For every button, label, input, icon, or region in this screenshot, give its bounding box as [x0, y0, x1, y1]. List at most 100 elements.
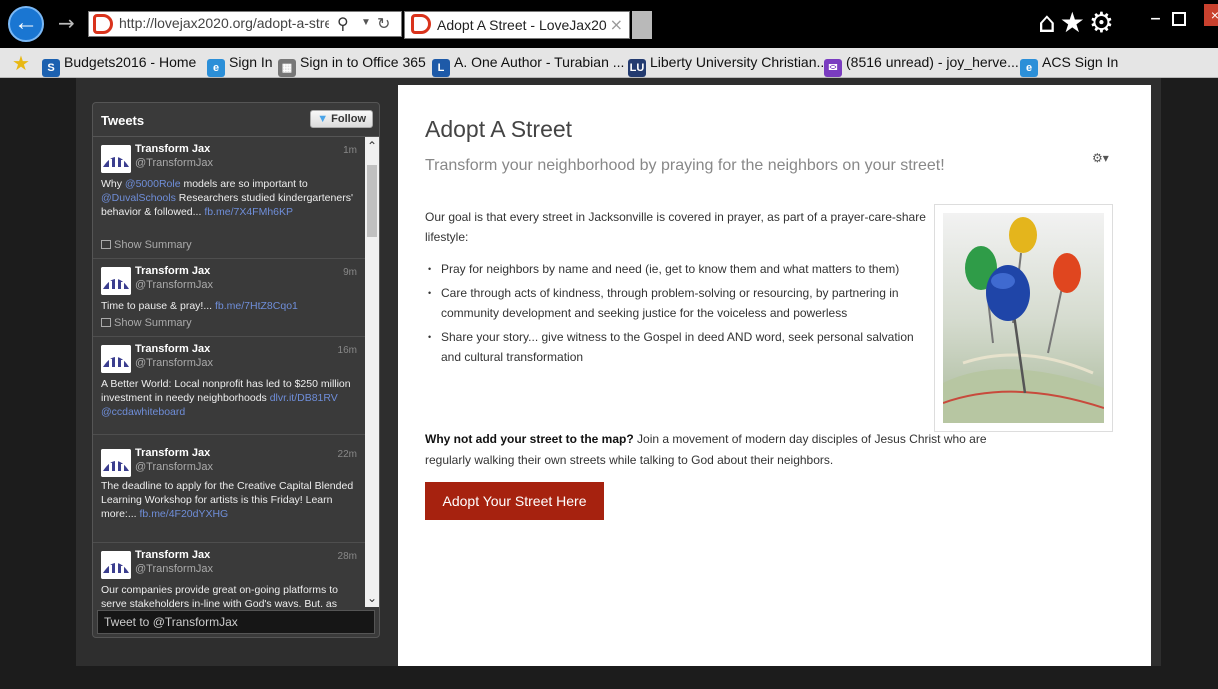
avatar[interactable] — [101, 449, 131, 477]
tweet-author[interactable]: Transform Jax — [135, 265, 210, 277]
mail-icon: ✉ — [824, 59, 842, 77]
tweet-url-link[interactable]: dlvr.it/DB81RV — [270, 392, 338, 404]
fav-item[interactable]: LU Liberty University Christian... — [628, 54, 828, 77]
back-arrow-icon[interactable]: ← — [8, 6, 44, 42]
list-item: Share your story... give witness to the … — [425, 327, 935, 367]
tweet-mention-link[interactable]: @DuvalSchools — [101, 192, 176, 204]
follow-label: Follow — [331, 113, 366, 125]
home-icon[interactable]: ⌂ — [1038, 6, 1056, 39]
show-summary-label: Show Summary — [114, 317, 192, 329]
adopt-your-street-button[interactable]: Adopt Your Street Here — [425, 482, 604, 520]
tweet-text-part: Our companies provide great on-going pla… — [101, 584, 338, 607]
close-window-icon[interactable]: × — [1204, 4, 1218, 26]
fav-label: Budgets2016 - Home — [64, 54, 197, 70]
tweet-item[interactable]: Transform Jax @TransformJax 9m Time to p… — [93, 259, 365, 337]
avatar[interactable] — [101, 267, 131, 295]
tweet-item[interactable]: Transform Jax @TransformJax 28m Our comp… — [93, 543, 365, 607]
tweet-handle[interactable]: @TransformJax — [135, 157, 213, 169]
main-content: Adopt A Street Transform your neighborho… — [398, 85, 1151, 666]
chevron-down-icon[interactable]: ▼ — [361, 17, 371, 28]
tweet-mention-link[interactable]: @5000Role — [125, 178, 181, 190]
tweet-url-link[interactable]: fb.me/7X4FMh6KP — [204, 206, 293, 218]
tweet-handle[interactable]: @TransformJax — [135, 279, 213, 291]
forward-arrow-icon[interactable]: → — [58, 11, 75, 35]
fav-item[interactable]: e Sign In — [207, 54, 273, 77]
fav-label: (8516 unread) - joy_herve... — [846, 54, 1019, 70]
close-tab-icon[interactable]: × — [610, 15, 623, 34]
tweet-handle[interactable]: @TransformJax — [135, 357, 213, 369]
favorites-bar: ★ S Budgets2016 - Home e Sign In ▦ Sign in … — [0, 48, 1218, 78]
scrollbar-thumb[interactable] — [367, 165, 377, 237]
scroll-up-icon[interactable]: ⌃ — [365, 139, 379, 153]
gear-icon[interactable]: ⚙ — [1089, 6, 1114, 39]
browser-tools: ⌂ ★ ⚙ — [1038, 6, 1118, 39]
tweet-text: Why @5000Role models are so important to… — [101, 177, 357, 219]
avatar[interactable] — [101, 145, 131, 173]
tweet-time[interactable]: 16m — [338, 345, 357, 356]
prayer-care-share-list: Pray for neighbors by name and need (ie,… — [425, 259, 935, 371]
follow-button[interactable]: ▼ Follow — [310, 110, 373, 128]
twitter-header-title: Tweets — [101, 113, 145, 128]
maximize-icon[interactable] — [1172, 12, 1186, 26]
map-pins-image — [934, 204, 1113, 432]
show-summary-link[interactable]: Show Summary — [101, 317, 192, 329]
tweet-item[interactable]: Transform Jax @TransformJax 22m The dead… — [93, 435, 365, 543]
tweet-text: Time to pause & pray!... fb.me/7HtZ8Cqo1 — [101, 299, 357, 313]
address-url[interactable]: http://lovejax2020.org/adopt-a-stre — [119, 15, 329, 31]
fav-item[interactable]: ✉ (8516 unread) - joy_herve... — [824, 54, 1019, 77]
twitter-bird-icon: ▼ — [317, 113, 329, 125]
tweet-item[interactable]: Transform Jax @TransformJax 16m A Better… — [93, 337, 365, 435]
tweet-author[interactable]: Transform Jax — [135, 549, 210, 561]
fav-item[interactable]: S Budgets2016 - Home — [42, 54, 196, 77]
avatar[interactable] — [101, 551, 131, 579]
sharepoint-icon: S — [42, 59, 60, 77]
tweet-handle[interactable]: @TransformJax — [135, 461, 213, 473]
search-icon[interactable]: ⚲ — [337, 14, 349, 33]
refresh-icon[interactable]: ↻ — [377, 14, 390, 33]
tweet-scrollbar[interactable]: ⌃ ⌄ — [365, 137, 379, 607]
tab-title: Adopt A Street - LoveJax20... — [437, 17, 607, 33]
tweet-author[interactable]: Transform Jax — [135, 143, 210, 155]
settings-gear-icon[interactable]: ⚙▾ — [1092, 151, 1109, 165]
ie-icon: e — [207, 59, 225, 77]
summary-icon — [101, 318, 111, 327]
tweet-url-link[interactable]: fb.me/4F20dYXHG — [140, 508, 229, 520]
fav-item[interactable]: L A. One Author - Turabian ... — [432, 54, 624, 77]
tweet-text-part: models are so important to — [180, 178, 308, 190]
avatar[interactable] — [101, 345, 131, 373]
fav-item[interactable]: e ACS Sign In — [1020, 54, 1118, 77]
list-item: Pray for neighbors by name and need (ie,… — [425, 259, 935, 279]
fav-label: ACS Sign In — [1042, 54, 1119, 70]
minimize-icon[interactable]: – — [1150, 6, 1161, 31]
map-pins-photo — [943, 213, 1104, 423]
star-icon[interactable]: ★ — [1060, 6, 1085, 39]
tweet-list[interactable]: Transform Jax @TransformJax 1m Why @5000… — [93, 137, 365, 607]
tweet-mention-link[interactable]: @ccdawhiteboard — [101, 406, 185, 418]
tweet-item[interactable]: Transform Jax @TransformJax 1m Why @5000… — [93, 137, 365, 259]
summary-icon — [101, 240, 111, 249]
tweet-url-link[interactable]: fb.me/7HtZ8Cqo1 — [215, 300, 298, 312]
tweet-time[interactable]: 28m — [338, 551, 357, 562]
tab-adopt-a-street[interactable]: Adopt A Street - LoveJax20... × — [404, 11, 630, 39]
tweet-text-part: Time to pause & pray!... — [101, 300, 215, 312]
tweet-text-part: Why — [101, 178, 125, 190]
tweet-author[interactable]: Transform Jax — [135, 343, 210, 355]
fav-label: Sign In — [229, 54, 273, 70]
tweet-text: Our companies provide great on-going pla… — [101, 583, 357, 607]
site-favicon-icon — [93, 14, 113, 34]
new-tab-button[interactable] — [632, 11, 652, 39]
twitter-header: Tweets ▼ Follow — [93, 103, 379, 137]
tweet-compose-input[interactable]: Tweet to @TransformJax — [97, 610, 375, 634]
call-to-action-bold: Why not add your street to the map? — [425, 432, 634, 446]
tweet-time[interactable]: 9m — [343, 267, 357, 278]
favorites-star-icon[interactable]: ★ — [12, 51, 30, 75]
tweet-author[interactable]: Transform Jax — [135, 447, 210, 459]
address-bar[interactable]: http://lovejax2020.org/adopt-a-stre ⚲ ▼ … — [88, 11, 402, 37]
tweet-time[interactable]: 1m — [343, 145, 357, 156]
fav-item[interactable]: ▦ Sign in to Office 365 — [278, 54, 426, 77]
tweet-time[interactable]: 22m — [338, 449, 357, 460]
scroll-down-icon[interactable]: ⌄ — [365, 591, 379, 605]
show-summary-link[interactable]: Show Summary — [101, 239, 192, 251]
tweet-handle[interactable]: @TransformJax — [135, 563, 213, 575]
browser-titlebar: ← → http://lovejax2020.org/adopt-a-stre … — [0, 0, 1218, 48]
